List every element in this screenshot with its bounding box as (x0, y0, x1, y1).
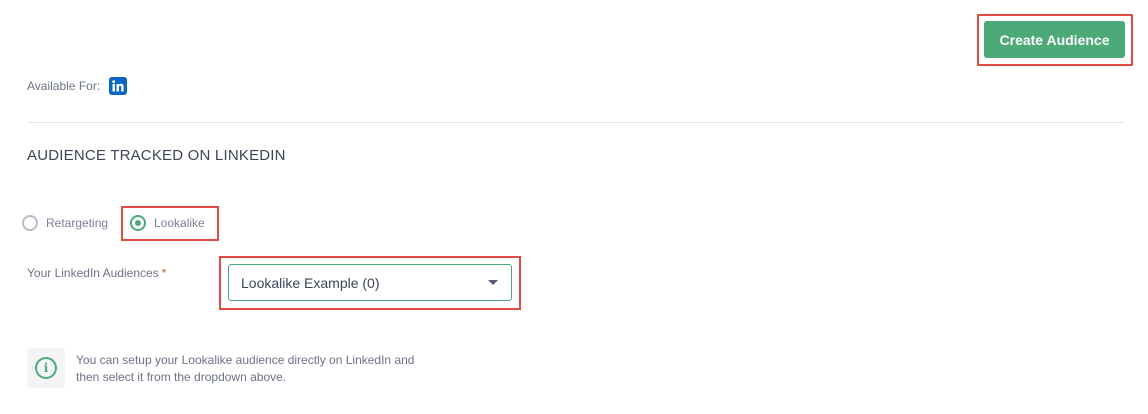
info-text-line-1: You can setup your Lookalike audience di… (76, 353, 415, 367)
radio-lookalike-circle[interactable] (130, 215, 146, 231)
radio-lookalike-label: Lookalike (154, 216, 205, 230)
page: Create Audience Available For: AUDIENCE … (0, 0, 1148, 414)
info-text: You can setup your Lookalike audience di… (76, 352, 436, 386)
available-for-label: Available For: (27, 79, 101, 93)
chevron-down-icon[interactable] (488, 280, 498, 285)
select-value: Lookalike Example (0) (241, 274, 380, 291)
info-box: i (27, 348, 65, 388)
required-mark: * (161, 266, 167, 280)
create-audience-button[interactable]: Create Audience (984, 21, 1125, 58)
divider (27, 122, 1125, 123)
linkedin-icon (109, 77, 128, 95)
info-icon: i (35, 357, 57, 379)
linkedin-audiences-select[interactable]: Lookalike Example (0) (228, 264, 512, 301)
radio-retargeting-circle[interactable] (22, 215, 38, 231)
linkedin-audiences-label-text: Your LinkedIn Audiences (27, 266, 159, 280)
radio-retargeting[interactable]: Retargeting (22, 215, 108, 231)
radio-retargeting-label: Retargeting (46, 216, 109, 230)
info-text-line-2: then select it from the dropdown above. (76, 370, 287, 384)
radio-lookalike[interactable]: Lookalike (130, 215, 205, 231)
linkedin-audiences-label: Your LinkedIn Audiences * (27, 266, 166, 280)
linkedin-glyph (112, 80, 124, 92)
section-title: AUDIENCE TRACKED ON LINKEDIN (27, 147, 286, 164)
available-for-row: Available For: (27, 76, 128, 96)
